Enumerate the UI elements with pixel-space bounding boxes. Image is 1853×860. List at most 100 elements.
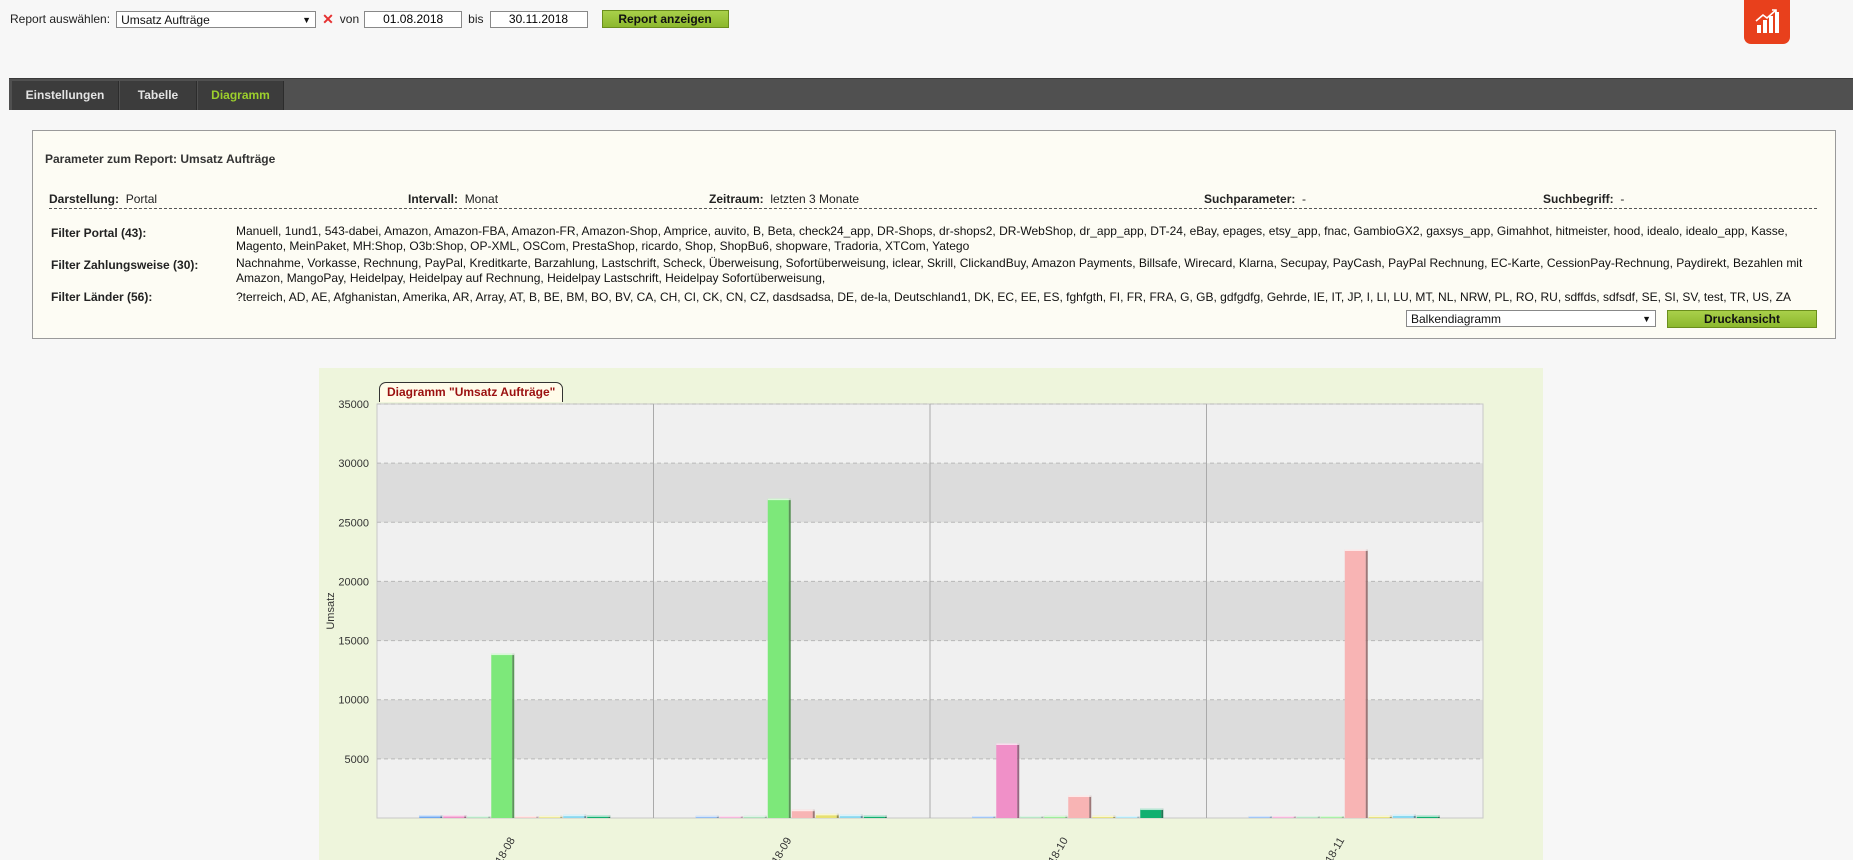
filter-zahlung-value: Nachnahme, Vorkasse, Rechnung, PayPal, K…	[236, 256, 1803, 285]
y-axis-label: Umsatz	[325, 592, 337, 629]
tab-tabelle[interactable]: Tabelle	[120, 81, 197, 110]
bar-top	[1368, 815, 1392, 818]
bar-top	[467, 816, 491, 818]
x-tick-label: 2018-08	[487, 836, 518, 860]
bar	[491, 653, 513, 818]
bar-top	[1392, 814, 1416, 816]
tab-diagramm[interactable]: Diagramm	[198, 81, 284, 110]
bar-top	[1320, 816, 1344, 818]
intervall-value: Monat	[464, 192, 499, 206]
bar	[996, 743, 1018, 818]
tab-einstellungen[interactable]: Einstellungen	[12, 81, 119, 110]
suchparameter-label: Suchparameter:	[1204, 192, 1296, 206]
bar-top	[1044, 815, 1068, 818]
bar-top	[563, 814, 587, 817]
from-label: von	[339, 12, 360, 26]
suchparameter-value: -	[1302, 192, 1307, 206]
bar-top	[1092, 815, 1116, 818]
suchbegriff-item: Suchbegriff: -	[1543, 192, 1624, 206]
parameters-summary-row: Darstellung: Portal Intervall: Monat Zei…	[49, 192, 1817, 209]
chart-type-select[interactable]: Balkendiagramm ▼	[1406, 310, 1656, 327]
bar-top	[972, 816, 996, 818]
bar-top	[1068, 795, 1092, 798]
chevron-down-icon: ▼	[302, 14, 312, 25]
intervall-item: Intervall: Monat	[408, 192, 498, 206]
darstellung-value: Portal	[125, 192, 158, 206]
darstellung-label: Darstellung:	[49, 192, 120, 206]
bar-top	[419, 815, 443, 817]
clear-icon[interactable]: ✕	[322, 11, 334, 28]
filter-laender-value: ?terreich, AD, AE, Afghanistan, Amerika,…	[236, 290, 1792, 304]
bar-top	[743, 815, 767, 818]
bar	[1344, 549, 1366, 818]
to-label: bis	[468, 12, 484, 26]
filter-portal-value: Manuell, 1und1, 543-dabei, Amazon, Amazo…	[236, 224, 1788, 253]
x-tick-label: 2018-10	[1040, 836, 1071, 860]
bar-top	[1140, 808, 1164, 811]
bar-top	[695, 815, 719, 818]
to-date-input[interactable]	[489, 10, 588, 28]
chart-panel: 5000 10000 15000 20000 25000 30000 35000 Umsatz…	[319, 368, 1543, 860]
bar	[767, 498, 789, 818]
bar-top	[791, 809, 815, 812]
report-toolbar: Report auswählen: Umsatz Aufträge ▼ ✕ vo…	[10, 9, 729, 29]
bar-top	[1344, 549, 1368, 551]
report-select-label: Report auswählen:	[10, 12, 111, 26]
report-chart-icon[interactable]	[1744, 0, 1790, 44]
filter-zahlung-label: Filter Zahlungsweise (30):	[51, 258, 199, 272]
print-view-button[interactable]: Druckansicht	[1667, 310, 1817, 328]
zeitraum-value: letzten 3 Monate	[770, 192, 860, 206]
bar-top	[1416, 815, 1440, 817]
bar-edge	[1017, 743, 1020, 818]
y-tick-label: 10000	[338, 695, 369, 707]
from-date-input[interactable]	[364, 10, 463, 28]
bar-top	[767, 498, 791, 501]
bar-top	[996, 743, 1020, 745]
y-tick-label: 35000	[338, 399, 369, 411]
zeitraum-item: Zeitraum: letzten 3 Monate	[709, 192, 859, 206]
suchbegriff-value: -	[1620, 192, 1625, 206]
chart-title: Diagramm "Umsatz Aufträge"	[379, 382, 564, 402]
intervall-label: Intervall:	[408, 192, 459, 206]
bar-top	[1272, 816, 1296, 818]
suchbegriff-label: Suchbegriff:	[1543, 192, 1614, 206]
bar-top	[1116, 816, 1140, 818]
bar-top	[863, 815, 887, 817]
report-parameters-panel: Parameter zum Report: Umsatz Aufträge Da…	[32, 130, 1836, 339]
zeitraum-label: Zeitraum:	[709, 192, 764, 206]
bar-top	[515, 816, 539, 818]
bar-edge	[788, 498, 791, 818]
bar-chart: 5000 10000 15000 20000 25000 30000 35000 Umsatz…	[325, 399, 1484, 860]
y-tick-label: 5000	[345, 754, 369, 766]
x-tick-label: 2018-09	[764, 836, 795, 860]
bar-top	[1020, 816, 1044, 818]
bar-top	[587, 815, 611, 817]
bar-edge	[512, 653, 515, 818]
report-select[interactable]: Umsatz Aufträge ▼	[116, 10, 317, 28]
y-tick-label: 25000	[338, 517, 369, 529]
chart-type-value: Balkendiagramm	[1411, 312, 1502, 326]
bar-top	[815, 813, 839, 816]
bar-top	[719, 816, 743, 818]
bar-edge	[1365, 549, 1368, 818]
filter-portal-label: Filter Portal (43):	[51, 226, 147, 240]
filter-laender-label: Filter Länder (56):	[51, 290, 153, 304]
parameters-title: Parameter zum Report: Umsatz Aufträge	[45, 152, 276, 166]
y-tick-label: 30000	[338, 458, 369, 470]
report-select-value: Umsatz Aufträge	[121, 12, 210, 27]
bar-top	[491, 653, 515, 656]
bar-top	[443, 815, 467, 817]
tab-bar: Einstellungen Tabelle Diagramm	[9, 78, 1853, 110]
bar-edge	[1089, 795, 1092, 818]
bar-top	[1248, 816, 1272, 818]
show-report-button[interactable]: Report anzeigen	[601, 10, 729, 28]
darstellung-item: Darstellung: Portal	[49, 192, 157, 206]
bar-top	[1296, 816, 1320, 818]
chevron-down-icon: ▼	[1642, 314, 1651, 324]
bar-top	[839, 814, 863, 817]
bar	[1068, 795, 1090, 818]
y-tick-label: 20000	[338, 576, 369, 588]
x-tick-label: 2018-11	[1317, 836, 1347, 860]
bar-top	[539, 815, 563, 818]
suchparameter-item: Suchparameter: -	[1204, 192, 1306, 206]
